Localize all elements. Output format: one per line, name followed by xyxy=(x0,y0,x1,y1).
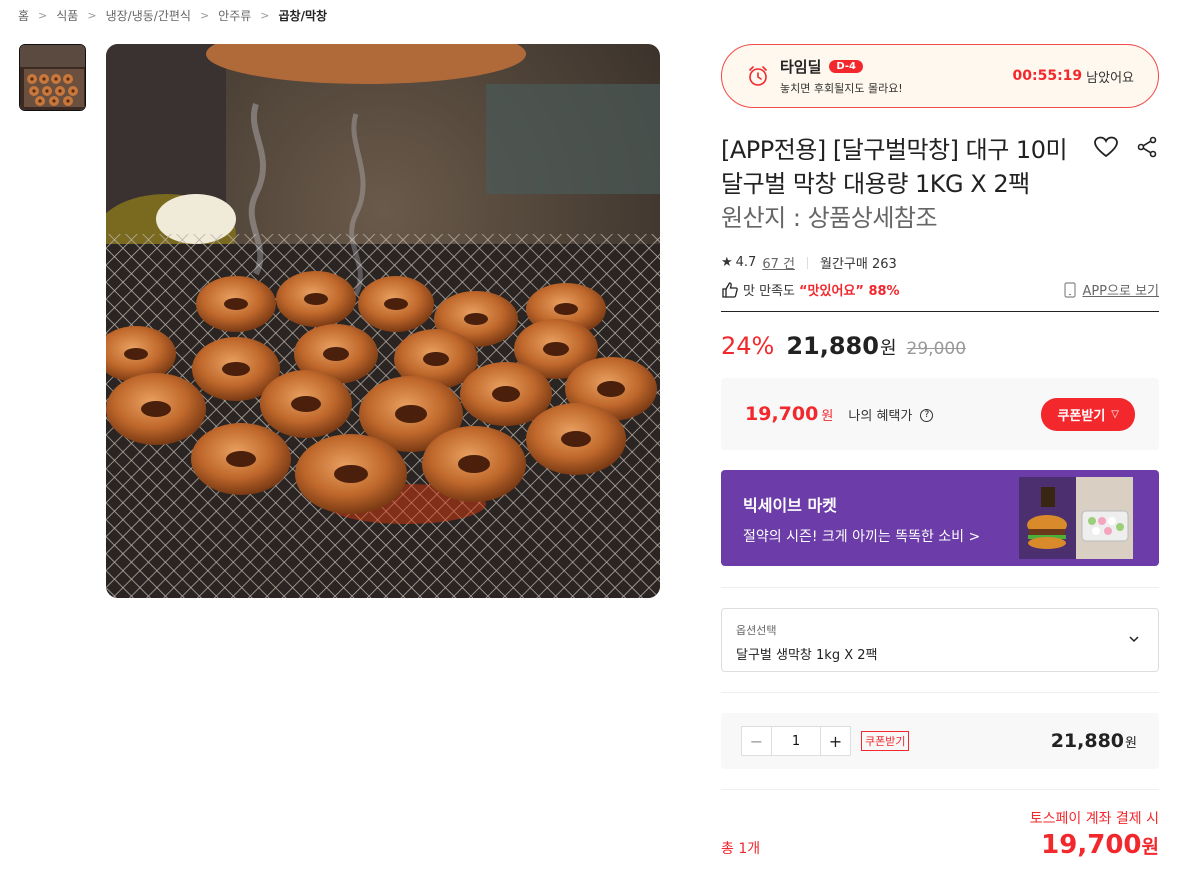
quantity-box: − 1 + 쿠폰받기 21,880원 xyxy=(721,713,1159,769)
banner-image-burger xyxy=(1019,477,1076,559)
timedeal-banner: 타임딜 D-4 놓치면 후회될지도 몰라요! 00:55:19 남았어요 xyxy=(721,44,1159,108)
quantity-input[interactable]: 1 xyxy=(772,727,820,755)
option-selected-value: 달구벌 생막창 1kg X 2팩 xyxy=(736,648,878,663)
review-count-link[interactable]: 67 건 xyxy=(762,253,795,272)
app-view-label: APP으로 보기 xyxy=(1082,284,1159,299)
benefit-price: 19,700 xyxy=(745,403,819,425)
heart-icon[interactable] xyxy=(1093,135,1119,159)
monthly-sales: 월간구매 263 xyxy=(819,257,897,272)
currency-unit: 원 xyxy=(1125,736,1137,751)
item-price: 21,880원 xyxy=(1051,730,1137,752)
help-icon[interactable]: ? xyxy=(920,409,934,422)
option-select[interactable]: 옵션선택 달구벌 생막창 1kg X 2팩 xyxy=(721,608,1159,672)
taste-score: “맛있어요” 88% xyxy=(798,284,900,299)
countdown-timer: 00:55:19 xyxy=(1012,68,1083,84)
divider xyxy=(721,692,1159,693)
divider xyxy=(721,587,1159,588)
breadcrumb-snacks[interactable]: 안주류 xyxy=(218,7,251,24)
big-save-market-banner[interactable]: 빅세이브 마켓 절약의 시즌! 크게 아끼는 똑똑한 소비 > xyxy=(721,470,1159,566)
quantity-stepper: − 1 + xyxy=(741,726,851,756)
divider xyxy=(806,256,808,269)
original-price: 29,000 xyxy=(906,339,967,359)
chevron-right-icon: > xyxy=(87,9,97,22)
quantity-decrease-button[interactable]: − xyxy=(742,727,772,755)
banner-image-food-tray xyxy=(1076,477,1133,559)
total-count: 총 1개 xyxy=(721,841,761,857)
phone-icon xyxy=(1064,281,1077,298)
total-price-value: 19,700 xyxy=(1041,830,1142,860)
total-price: 19,700원 xyxy=(1041,830,1159,860)
taste-label: 맛 만족도 xyxy=(743,284,795,299)
sale-price: 21,880 xyxy=(786,332,879,360)
chevron-right-icon: > xyxy=(38,9,48,22)
product-thumbnail[interactable] xyxy=(19,44,86,111)
coupon-download-button[interactable]: 쿠폰받기 ▽ xyxy=(1041,397,1135,431)
discount-rate: 24% xyxy=(721,332,775,360)
app-view-link[interactable]: APP으로 보기 xyxy=(1064,280,1159,299)
product-info-panel: 타임딜 D-4 놓치면 후회될지도 몰라요! 00:55:19 남았어요 [AP… xyxy=(721,44,1159,868)
currency-unit: 원 xyxy=(879,338,897,359)
star-icon: ★ xyxy=(721,255,733,270)
chevron-down-icon: ▽ xyxy=(1111,408,1119,420)
option-label: 옵션선택 xyxy=(736,624,777,637)
breadcrumb-home[interactable]: 홈 xyxy=(18,7,29,24)
item-price-value: 21,880 xyxy=(1050,730,1125,752)
quantity-increase-button[interactable]: + xyxy=(820,727,850,755)
timedeal-title: 타임딜 xyxy=(780,58,822,76)
benefit-label: 나의 혜택가 xyxy=(848,409,913,424)
breadcrumb: 홈 > 식품 > 냉장/냉동/간편식 > 안주류 > 곱창/막창 xyxy=(18,7,327,24)
price-row: 24% 21,880 원 29,000 xyxy=(721,332,1159,360)
chevron-right-icon: > xyxy=(199,9,210,22)
breadcrumb-gopchang[interactable]: 곱창/막창 xyxy=(279,7,328,24)
benefit-price-box: 19,700 원 나의 혜택가 ? 쿠폰받기 ▽ xyxy=(721,378,1159,450)
product-origin: 원산지 : 상품상세참조 xyxy=(721,204,938,232)
currency-unit: 원 xyxy=(1141,836,1159,858)
share-icon[interactable] xyxy=(1135,135,1159,159)
toss-pay-label: 토스페이 계좌 결제 시 xyxy=(1029,811,1159,827)
divider xyxy=(721,311,1159,312)
chevron-right-icon: > xyxy=(260,9,270,22)
chevron-down-icon xyxy=(1129,636,1139,643)
product-main-image xyxy=(106,44,660,598)
breadcrumb-frozen[interactable]: 냉장/냉동/간편식 xyxy=(106,7,191,24)
divider xyxy=(721,789,1159,790)
product-title: [APP전용] [달구벌막창] 대구 10미 달구벌 막창 대용량 1KG X … xyxy=(721,136,1068,198)
rating-value: 4.7 xyxy=(735,255,757,270)
coupon-tag[interactable]: 쿠폰받기 xyxy=(861,731,910,751)
alarm-clock-icon xyxy=(749,66,767,86)
coupon-button-label: 쿠폰받기 xyxy=(1057,408,1106,424)
timedeal-subtitle: 놓치면 후회될지도 몰라요! xyxy=(780,82,903,95)
total-summary: 총 1개 토스페이 계좌 결제 시 19,700원 xyxy=(721,808,1159,868)
dday-badge: D-4 xyxy=(829,60,864,73)
breadcrumb-food[interactable]: 식품 xyxy=(56,7,78,24)
thumbs-up-icon xyxy=(722,281,738,298)
currency-unit: 원 xyxy=(821,409,834,424)
countdown-suffix: 남았어요 xyxy=(1086,70,1134,86)
